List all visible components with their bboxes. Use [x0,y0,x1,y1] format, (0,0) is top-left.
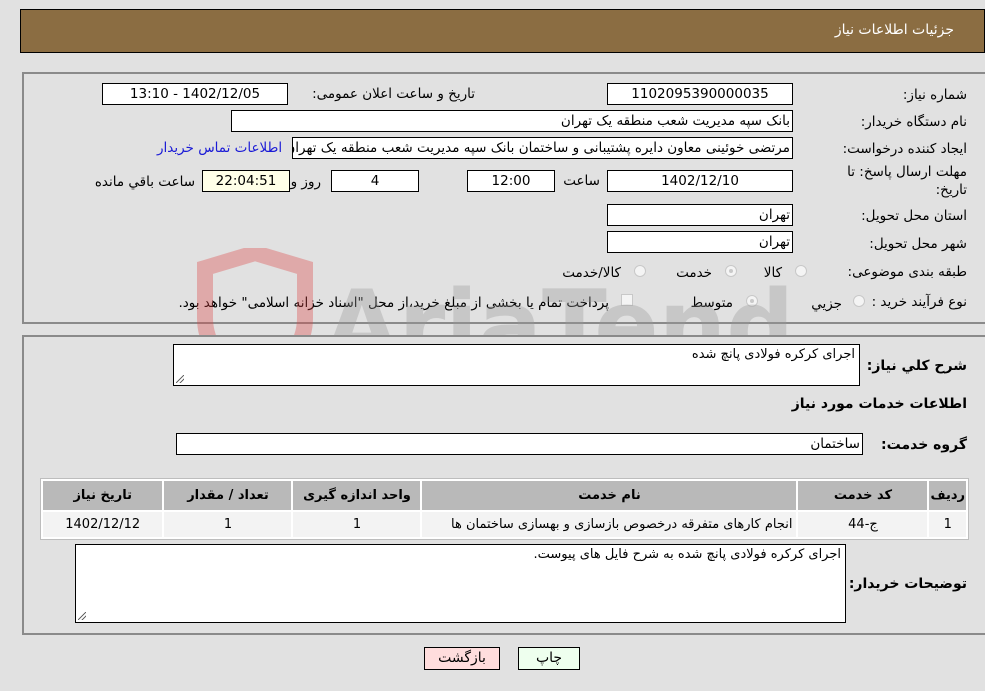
category-option-service: خدمت [676,265,712,281]
buyer-org-label: نام دستگاه خریدار: [860,114,967,130]
service-group-field: ساختمان [176,433,863,455]
resize-grip-icon[interactable] [176,375,184,383]
summary-textarea[interactable]: اجرای کرکره فولادی پانچ شده [173,344,860,386]
category-radio-goods-service[interactable] [634,265,646,277]
category-radio-goods[interactable] [795,265,807,277]
summary-text: اجرای کرکره فولادی پانچ شده [691,347,855,362]
remaining-days-field: 4 [331,170,419,192]
category-label: طبقه بندی موضوعی: [847,264,967,280]
buyer-notes-textarea[interactable]: اجرای کرکره فولادی پانچ شده به شرح فایل … [75,544,846,623]
remaining-time-field: 22:04:51 [202,170,290,192]
col-quantity: تعداد / مقدار [164,481,292,510]
province-label: استان محل تحویل: [861,208,967,224]
deadline-date-field: 1402/12/10 [607,170,793,192]
buyer-contact-link[interactable]: اطلاعات تماس خریدار [157,140,282,156]
province-field: تهران [607,204,793,226]
col-service-name: نام خدمت [422,481,797,510]
city-field: تهران [607,231,793,253]
table-header-row: ردیف کد خدمت نام خدمت واحد اندازه گیری ت… [43,481,966,510]
deadline-label-line2: تاریخ: [935,182,967,198]
cell-row-number: 1 [929,512,966,537]
purchase-option-minor: جزیي [811,296,842,312]
cell-unit: 1 [293,512,421,537]
print-button[interactable]: چاپ [518,647,580,670]
cell-need-date: 1402/12/12 [43,512,163,537]
deadline-label-line1: مهلت ارسال پاسخ: تا [847,164,967,180]
category-radio-service[interactable] [725,265,737,277]
purchase-type-label: نوع فرآیند خرید : [871,294,967,310]
cell-quantity: 1 [164,512,292,537]
page-header: جزئیات اطلاعات نیاز [20,9,985,53]
service-group-label: گروه خدمت: [881,437,967,453]
table-row: 1 ج-44 انجام کارهای متفرقه درخصوص بازساز… [43,512,966,537]
category-option-goods: کالا [763,265,782,281]
col-need-date: تاریخ نیاز [43,481,163,510]
deadline-time-label: ساعت [563,173,600,189]
announce-datetime-label: تاریخ و ساعت اعلان عمومی: [312,86,475,102]
back-button[interactable]: بازگشت [424,647,500,670]
buyer-notes-label: توضیحات خریدار: [848,576,967,592]
treasury-note: پرداخت تمام یا بخشی از مبلغ خرید،از محل … [178,295,609,311]
requester-label: ایجاد کننده درخواست: [842,141,967,157]
services-heading: اطلاعات خدمات مورد نیاز [791,396,967,412]
purchase-radio-minor[interactable] [853,295,865,307]
cell-service-code: ج-44 [798,512,928,537]
page-title: جزئیات اطلاعات نیاز [834,22,954,38]
need-number-label: شماره نیاز: [902,87,967,103]
category-option-goods-service: کالا/خدمت [562,265,621,281]
requester-field: مرتضی خوئینی معاون دایره پشتیبانی و ساخت… [292,137,793,159]
col-row-number: ردیف [929,481,966,510]
col-service-code: کد خدمت [798,481,928,510]
announce-datetime-field: 1402/12/05 - 13:10 [102,83,288,105]
purchase-radio-medium[interactable] [746,295,758,307]
purchase-option-medium: متوسط [690,295,733,311]
city-label: شهر محل تحویل: [869,236,967,252]
remaining-time-label: ساعت باقي مانده [94,174,195,190]
resize-grip-icon[interactable] [78,612,86,620]
services-table: ردیف کد خدمت نام خدمت واحد اندازه گیری ت… [40,478,969,540]
col-unit: واحد اندازه گیری [293,481,421,510]
days-label: روز و [290,174,321,190]
summary-label: شرح کلي نیاز: [866,358,967,374]
buyer-notes-text: اجرای کرکره فولادی پانچ شده به شرح فایل … [533,547,841,562]
buyer-org-field: بانک سپه مدیریت شعب منطقه یک تهران [231,110,793,132]
cell-service-name: انجام کارهای متفرقه درخصوص بازسازی و بهس… [422,512,797,537]
need-number-field: 1102095390000035 [607,83,793,105]
treasury-checkbox[interactable] [621,294,633,306]
deadline-time-field: 12:00 [467,170,555,192]
